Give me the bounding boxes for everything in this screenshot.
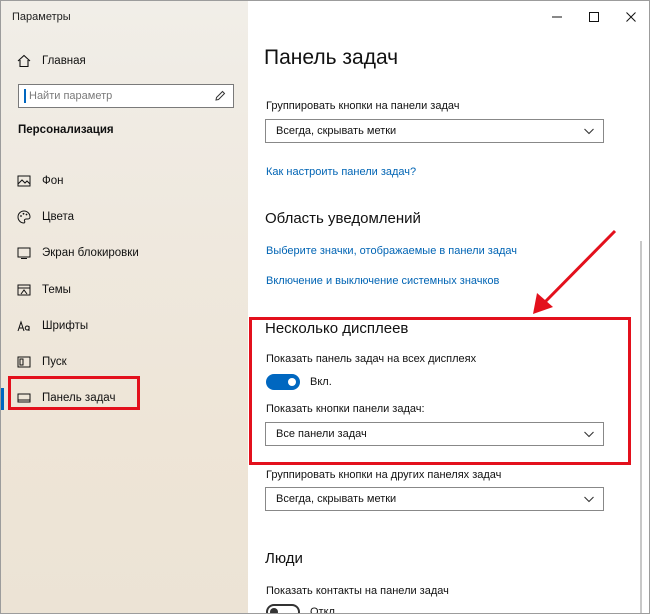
show-buttons-value: Все панели задач [276, 428, 367, 440]
sidebar-item-colors[interactable]: Цвета [1, 199, 248, 235]
taskbar-help-link[interactable]: Как настроить панели задач? [266, 166, 416, 178]
sidebar-item-lock-screen[interactable]: Экран блокировки [1, 235, 248, 271]
people-heading: Люди [265, 550, 303, 567]
sidebar-item-label: Панель задач [42, 392, 116, 405]
show-all-displays-row: Вкл. [266, 374, 332, 390]
home-icon [16, 53, 32, 69]
show-all-displays-toggle[interactable] [266, 374, 300, 390]
close-button[interactable] [612, 1, 649, 33]
show-buttons-label: Показать кнопки панели задач: [266, 403, 425, 415]
search-box[interactable] [18, 84, 234, 108]
main-panel: Панель задач Группировать кнопки на пане… [248, 1, 649, 614]
toggle-state-label: Вкл. [310, 376, 332, 388]
sidebar-item-label: Темы [42, 283, 71, 296]
chevron-down-icon [583, 428, 595, 440]
chevron-down-icon [583, 493, 595, 505]
sidebar-item-fonts[interactable]: Шрифты [1, 308, 248, 344]
image-icon [16, 173, 32, 189]
settings-window: Параметры Главная Персонализация Фон [0, 0, 650, 614]
sidebar-home-label: Главная [42, 55, 86, 67]
lock-screen-icon [16, 245, 32, 261]
maximize-icon [588, 12, 599, 22]
multiple-displays-heading: Несколько дисплеев [265, 320, 409, 337]
app-title: Параметры [12, 11, 71, 23]
minimize-icon [551, 16, 562, 18]
group-buttons-value: Всегда, скрывать метки [276, 125, 397, 137]
show-buttons-select[interactable]: Все панели задач [265, 422, 604, 446]
sidebar-item-label: Шрифты [42, 319, 89, 332]
page-title: Панель задач [264, 46, 399, 69]
show-contacts-row: Откл. [266, 604, 339, 614]
select-icons-link[interactable]: Выберите значки, отображаемые в панели з… [266, 245, 517, 257]
sidebar-item-label: Экран блокировки [42, 247, 139, 260]
themes-icon [16, 282, 32, 298]
fonts-icon [16, 318, 32, 334]
close-icon [625, 12, 636, 22]
window-controls [538, 1, 649, 33]
sidebar-nav: Фон Цвета Экран блокировки Темы Шрифты П… [1, 163, 248, 416]
group-other-select[interactable]: Всегда, скрывать метки [265, 487, 604, 511]
minimize-button[interactable] [538, 1, 575, 33]
scrollbar[interactable] [640, 241, 642, 613]
search-input[interactable] [26, 86, 212, 106]
chevron-down-icon [583, 125, 595, 137]
sidebar: Параметры Главная Персонализация Фон [1, 1, 248, 613]
pencil-icon[interactable] [212, 88, 228, 104]
sidebar-item-home[interactable]: Главная [1, 49, 248, 73]
start-icon [16, 354, 32, 370]
show-all-displays-label: Показать панель задач на всех дисплеях [266, 353, 477, 365]
group-buttons-select[interactable]: Всегда, скрывать метки [265, 119, 604, 143]
show-contacts-label: Показать контакты на панели задач [266, 585, 449, 597]
notifications-heading: Область уведомлений [265, 210, 421, 227]
sidebar-item-taskbar[interactable]: Панель задач [1, 380, 248, 416]
sidebar-item-label: Фон [42, 175, 64, 188]
toggle-knob [270, 608, 278, 613]
section-title: Персонализация [18, 124, 114, 136]
sidebar-item-background[interactable]: Фон [1, 163, 248, 199]
show-contacts-toggle[interactable] [266, 604, 300, 613]
sidebar-item-start[interactable]: Пуск [1, 344, 248, 380]
group-buttons-label: Группировать кнопки на панели задач [266, 100, 460, 112]
sidebar-item-label: Цвета [42, 211, 75, 224]
toggle-state-label: Откл. [310, 606, 339, 614]
taskbar-icon [16, 390, 32, 406]
palette-icon [16, 209, 32, 225]
sidebar-item-label: Пуск [42, 356, 67, 369]
maximize-button[interactable] [575, 1, 612, 33]
system-icons-link[interactable]: Включение и выключение системных значков [266, 275, 499, 287]
sidebar-item-themes[interactable]: Темы [1, 272, 248, 308]
toggle-knob [288, 378, 296, 386]
group-other-value: Всегда, скрывать метки [276, 493, 397, 505]
group-other-label: Группировать кнопки на других панелях за… [266, 469, 502, 481]
